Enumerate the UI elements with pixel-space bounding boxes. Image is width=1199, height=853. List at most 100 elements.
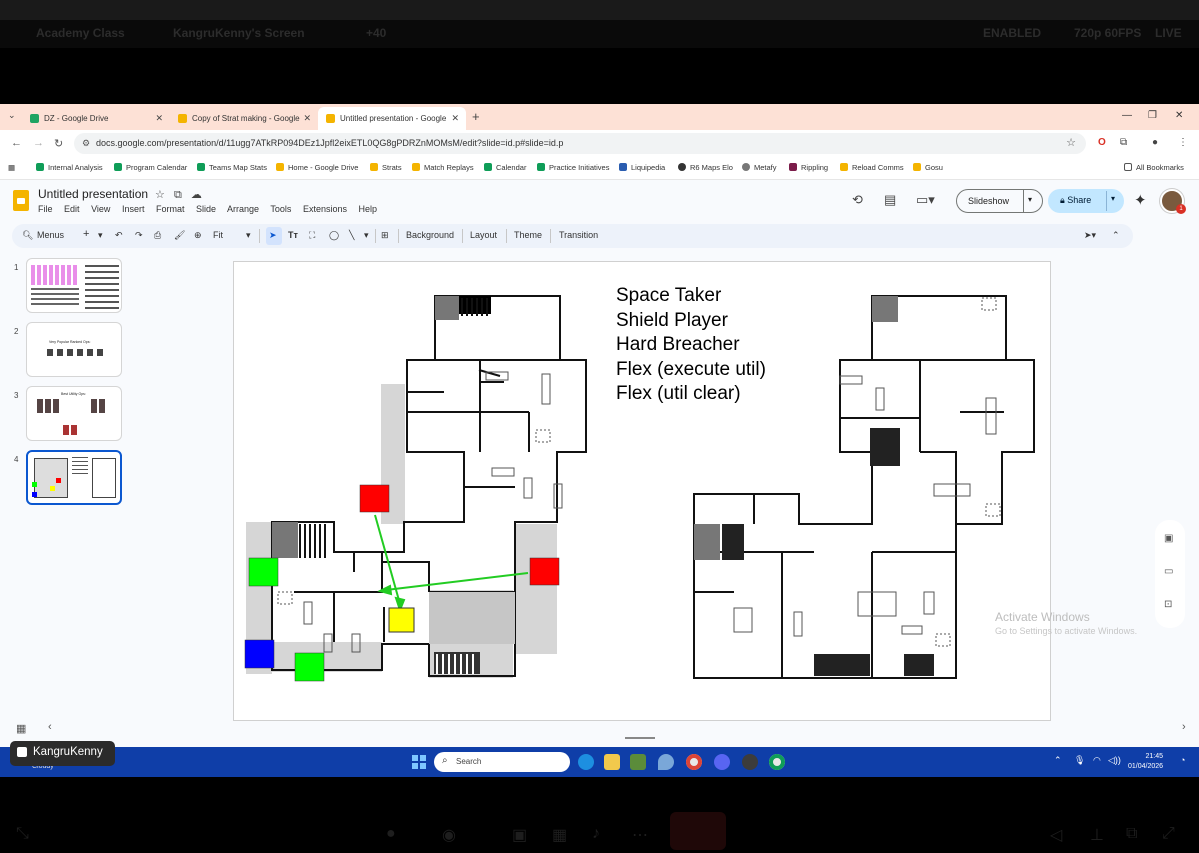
comments-icon[interactable]: ▤ xyxy=(884,192,896,208)
chevron-down-icon[interactable]: ▾ xyxy=(98,230,103,241)
volume-icon[interactable]: ◁ xyxy=(1050,825,1062,845)
taskbar-search[interactable]: ⌕ Search xyxy=(434,752,570,772)
menu-help[interactable]: Help xyxy=(358,204,377,214)
bookmark-liquipedia[interactable]: Liquipedia xyxy=(619,163,665,172)
select-cursor-icon[interactable]: ➤ xyxy=(269,230,277,241)
bookmark-gosu[interactable]: Gosu xyxy=(913,163,943,172)
undo-icon[interactable]: ↶ xyxy=(115,230,123,241)
operator-marker-red[interactable] xyxy=(359,484,390,513)
bookmark-strats[interactable]: Strats xyxy=(370,163,402,172)
site-info-icon[interactable]: ⚙ xyxy=(82,138,90,149)
collapse-filmstrip-icon[interactable]: ‹ xyxy=(48,721,52,733)
disconnect-button[interactable] xyxy=(670,812,726,850)
tab-strat-copy[interactable]: Copy of Strat making - Google ✕ xyxy=(170,107,318,130)
role-list[interactable]: Space Taker Shield Player Hard Breacher … xyxy=(616,284,766,407)
zoom-select[interactable]: Fit xyxy=(213,230,223,240)
folder-icon[interactable]: ▭ xyxy=(1164,566,1173,577)
close-icon[interactable]: ✕ xyxy=(303,113,311,124)
extensions-icon[interactable]: ⧉ xyxy=(1120,137,1127,148)
back-icon[interactable]: ← xyxy=(11,137,22,149)
keep-icon[interactable]: ▣ xyxy=(1164,533,1173,544)
window-close-icon[interactable]: ✕ xyxy=(1175,110,1183,121)
star-icon[interactable]: ☆ xyxy=(155,189,165,201)
menu-arrange[interactable]: Arrange xyxy=(227,204,259,214)
text-box-icon[interactable]: Tт xyxy=(288,230,298,240)
document-title[interactable]: Untitled presentation xyxy=(38,187,148,201)
fullscreen-icon[interactable]: ⤢ xyxy=(1162,825,1175,843)
operator-marker-green[interactable] xyxy=(294,652,325,682)
move-folder-icon[interactable]: ⧉ xyxy=(174,189,182,201)
new-slide-icon[interactable]: + xyxy=(83,228,89,240)
operator-marker-red[interactable] xyxy=(529,557,560,586)
bookmark-match-replays[interactable]: Match Replays xyxy=(412,163,474,172)
menu-view[interactable]: View xyxy=(91,204,110,214)
redo-icon[interactable]: ↷ xyxy=(135,230,143,241)
slide-thumbnail-4[interactable] xyxy=(26,450,122,505)
zoom-icon[interactable]: ⊕ xyxy=(194,230,202,241)
gemini-icon[interactable]: ✦ xyxy=(1134,191,1147,209)
new-tab-icon[interactable]: + xyxy=(472,109,480,124)
pointer-mode-icon[interactable]: ➤▾ xyxy=(1084,230,1096,241)
layout-button[interactable]: Layout xyxy=(470,230,497,240)
pin-icon[interactable]: ⊥ xyxy=(1090,825,1104,845)
add-on-icon[interactable]: ⊡ xyxy=(1164,599,1172,610)
menu-extensions[interactable]: Extensions xyxy=(303,204,347,214)
slideshow-button[interactable]: Slideshow ▾ xyxy=(956,189,1043,213)
transition-button[interactable]: Transition xyxy=(559,230,598,240)
discord-icon[interactable] xyxy=(714,754,730,770)
app-circle-icon[interactable] xyxy=(742,754,758,770)
reload-icon[interactable]: ↻ xyxy=(54,137,63,150)
apps-grid-icon[interactable]: ▦ xyxy=(8,163,15,172)
volume-icon[interactable]: ◁)) xyxy=(1108,755,1121,766)
line-icon[interactable]: ╲ xyxy=(349,230,354,241)
chrome-alt-icon[interactable] xyxy=(769,754,785,770)
expand-icon[interactable]: › xyxy=(1182,721,1186,733)
collapse-toolbar-icon[interactable]: ⌃ xyxy=(1112,230,1120,241)
popout-icon[interactable]: ⧉ xyxy=(1126,825,1137,843)
microphone-icon[interactable]: 🎙︎ xyxy=(1074,755,1085,766)
search-menus-icon[interactable]: 🔍︎ xyxy=(22,230,33,241)
grid-view-icon[interactable]: ▦ xyxy=(16,722,26,735)
wifi-icon[interactable]: ◠ xyxy=(1093,755,1101,766)
tab-search-icon[interactable]: ⌄ xyxy=(8,110,16,121)
speaker-notes-handle[interactable] xyxy=(625,737,655,739)
restore-icon[interactable]: ❐ xyxy=(1148,110,1157,121)
more-menu-icon[interactable]: ⋮ xyxy=(1178,137,1188,148)
cloud-status-icon[interactable]: ☁ xyxy=(191,189,202,201)
chevron-down-icon[interactable]: ▾ xyxy=(364,230,369,241)
image-icon[interactable]: ⛶ xyxy=(309,230,315,241)
share-screen-icon[interactable]: ▣ xyxy=(512,825,527,845)
print-icon[interactable]: ⎙ xyxy=(154,230,161,241)
bookmark-internal-analysis[interactable]: Internal Analysis xyxy=(36,163,103,172)
menu-edit[interactable]: Edit xyxy=(64,204,80,214)
menu-slide[interactable]: Slide xyxy=(196,204,216,214)
address-bar[interactable]: ⚙ docs.google.com/presentation/d/11ugg7A… xyxy=(74,133,1086,154)
tray-chevron-icon[interactable]: ⌃ xyxy=(1054,755,1062,766)
menu-format[interactable]: Format xyxy=(156,204,185,214)
bookmark-calendar[interactable]: Calendar xyxy=(484,163,526,172)
profile-avatar-icon[interactable]: ● xyxy=(1152,137,1158,148)
more-options-icon[interactable]: ⋯ xyxy=(632,825,648,845)
slide-thumbnail-2[interactable]: Very Popular Ranked Ops: xyxy=(26,322,122,377)
tab-untitled-presentation[interactable]: Untitled presentation - Google ✕ xyxy=(318,107,466,130)
shape-icon[interactable]: ◯ xyxy=(329,230,339,241)
bookmark-star-icon[interactable]: ☆ xyxy=(1066,136,1076,149)
camera-icon[interactable]: ◉ xyxy=(442,825,456,845)
activities-icon[interactable]: ▦ xyxy=(552,825,567,845)
slide-thumbnail-3[interactable]: Best Utility Ops: xyxy=(26,386,122,441)
mic-icon[interactable]: ● xyxy=(386,825,396,843)
menu-file[interactable]: File xyxy=(38,204,53,214)
chrome-icon[interactable] xyxy=(686,754,702,770)
close-icon[interactable]: ✕ xyxy=(451,113,459,124)
start-button[interactable] xyxy=(412,755,426,769)
paint-format-icon[interactable]: 🖌︎ xyxy=(174,230,185,241)
bookmark-teams-map-stats[interactable]: Teams Map Stats xyxy=(197,163,267,172)
taskbar-clock[interactable]: 21:45 01/04/2026 xyxy=(1128,752,1163,772)
minimize-icon[interactable]: — xyxy=(1122,110,1132,121)
edge-icon[interactable] xyxy=(578,754,594,770)
slide-canvas[interactable]: Space Taker Shield Player Hard Breacher … xyxy=(233,261,1051,721)
app-drop-icon[interactable] xyxy=(658,754,674,770)
bookmark-rippling[interactable]: Rippling xyxy=(789,163,828,172)
url-text[interactable]: docs.google.com/presentation/d/11ugg7ATk… xyxy=(96,138,563,148)
bookmark-reload-comms[interactable]: Reload Comms xyxy=(840,163,904,172)
